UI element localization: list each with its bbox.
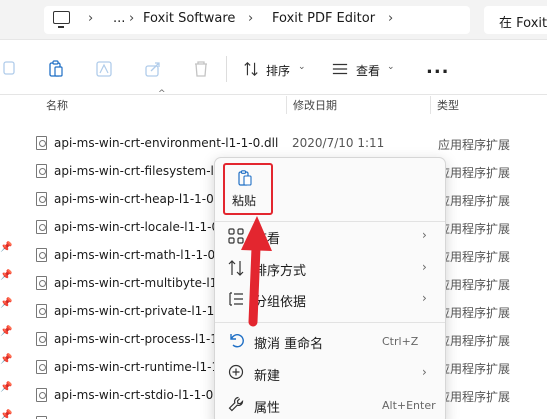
file-name: api-ms-win-crt-multibyte-l1 <box>54 276 218 290</box>
menu-item-label: 新建 <box>254 369 281 384</box>
column-header-name[interactable]: 名称 <box>46 97 68 113</box>
menu-item-sort-by[interactable] <box>215 253 445 284</box>
copy-icon[interactable] <box>0 60 16 78</box>
chevron-right-icon: › <box>422 365 427 379</box>
search-input[interactable]: 在 Foxit <box>499 12 547 31</box>
file-name: api-ms-win-crt-environment-l1-1-0.dll <box>54 136 279 150</box>
file-type: 应用程序扩展 <box>438 138 511 152</box>
chevron-down-icon[interactable]: ⌄ <box>387 62 395 72</box>
share-icon[interactable] <box>145 60 161 78</box>
column-header-date[interactable]: 修改日期 <box>293 97 337 113</box>
menu-item-group-by[interactable] <box>215 284 445 315</box>
menu-item-label: 分组依据 <box>254 295 307 310</box>
pin-icon: 📌 <box>0 382 13 393</box>
file-date: 2020/7/10 1:11 <box>292 136 385 150</box>
dll-file-icon <box>36 192 47 206</box>
paste-icon[interactable] <box>48 60 64 78</box>
file-type: 应用程序扩展 <box>438 194 511 208</box>
more-options-button[interactable]: ... <box>426 57 450 78</box>
pin-icon: 📌 <box>0 270 13 281</box>
dll-file-icon <box>36 276 47 290</box>
menu-item-label: 撤消 重命名 <box>254 337 324 352</box>
pin-icon: 📌 <box>0 410 13 419</box>
sort-icon[interactable] <box>243 60 259 78</box>
undo-icon <box>230 334 244 348</box>
paste-label: 粘贴 <box>232 194 257 208</box>
file-name: api-ms-win-crt-private-l1-1 <box>54 304 215 318</box>
breadcrumb-overflow[interactable]: ... <box>113 11 125 26</box>
toolbar-divider <box>226 56 227 82</box>
rename-icon[interactable] <box>96 60 112 78</box>
file-type: 应用程序扩展 <box>438 166 511 180</box>
chevron-down-icon[interactable]: ⌄ <box>298 62 306 72</box>
file-type: 应用程序扩展 <box>438 278 511 292</box>
pin-icon: 📌 <box>0 326 13 337</box>
menu-divider <box>215 322 445 323</box>
breadcrumb-foxit-software[interactable]: Foxit Software <box>143 11 235 26</box>
file-name: api-ms-win-crt-stdio-l1-1-0 <box>54 388 214 402</box>
chevron-right-icon[interactable]: › <box>388 11 393 26</box>
pin-icon: 📌 <box>0 242 13 253</box>
dll-file-icon <box>36 332 47 346</box>
view-grid-icon <box>228 228 244 244</box>
table-row[interactable]: api-ms-win-crt-environment-l1-1-0.dll 20… <box>0 130 547 157</box>
file-name: api-ms-win-crt-process-l1-1 <box>54 332 218 346</box>
file-name: api-ms-win-crt-filesystem-l1 <box>54 164 222 178</box>
dll-file-icon <box>36 360 47 374</box>
column-divider[interactable] <box>286 96 287 114</box>
file-name: api-ms-win-crt-runtime-l1-1 <box>54 360 220 374</box>
column-divider[interactable] <box>430 96 431 114</box>
file-type: 应用程序扩展 <box>438 222 511 236</box>
sort-button[interactable]: 排序 <box>266 62 290 79</box>
file-name: api-ms-win-crt-heap-l1-1-0 <box>54 192 214 206</box>
menu-item-label: 查看 <box>254 232 281 247</box>
delete-icon[interactable] <box>193 60 209 78</box>
menu-item-label: 排序方式 <box>254 264 307 279</box>
dll-file-icon <box>36 248 47 262</box>
wrench-icon <box>228 396 244 412</box>
menu-item-shortcut: Ctrl+Z <box>382 335 419 348</box>
view-icon[interactable] <box>332 60 348 78</box>
file-type: 应用程序扩展 <box>438 334 511 348</box>
dll-file-icon <box>36 136 47 150</box>
file-type: 应用程序扩展 <box>438 250 511 264</box>
dll-file-icon <box>36 388 47 402</box>
pin-icon: 📌 <box>0 354 13 365</box>
group-by-icon <box>229 292 243 306</box>
pin-icon: 📌 <box>0 298 13 309</box>
file-name: api-ms-win-crt-math-l1-1-0 <box>54 248 216 262</box>
column-header-type[interactable]: 类型 <box>437 97 459 113</box>
sort-caret-icon: ^ <box>158 89 166 99</box>
add-circle-icon <box>228 364 244 380</box>
chevron-right-icon: › <box>422 291 427 305</box>
dll-file-icon <box>36 164 47 178</box>
dll-file-icon <box>36 304 47 318</box>
file-type: 应用程序扩展 <box>438 306 511 320</box>
address-box[interactable] <box>44 6 470 34</box>
menu-item-view[interactable] <box>215 222 445 253</box>
dll-file-icon <box>36 220 47 234</box>
file-name: api-ms-win-crt-locale-l1-1-0 <box>54 220 220 234</box>
breadcrumb-foxit-pdf-editor[interactable]: Foxit PDF Editor <box>272 11 375 26</box>
paste-icon <box>238 170 252 186</box>
sort-icon <box>228 260 244 276</box>
view-button[interactable]: 查看 <box>356 62 380 79</box>
file-type: 应用程序扩展 <box>438 362 511 376</box>
chevron-right-icon: › <box>422 260 427 274</box>
chevron-right-icon: › <box>422 228 427 242</box>
menu-item-label: 属性 <box>254 401 281 416</box>
chevron-right-icon[interactable]: › <box>129 11 134 26</box>
chevron-right-icon[interactable]: › <box>248 11 253 26</box>
menu-item-shortcut: Alt+Enter <box>382 399 436 412</box>
file-type: 应用程序扩展 <box>438 390 511 404</box>
computer-icon[interactable] <box>53 11 70 28</box>
chevron-right-icon[interactable]: › <box>88 11 93 26</box>
menu-item-new[interactable] <box>215 357 445 388</box>
